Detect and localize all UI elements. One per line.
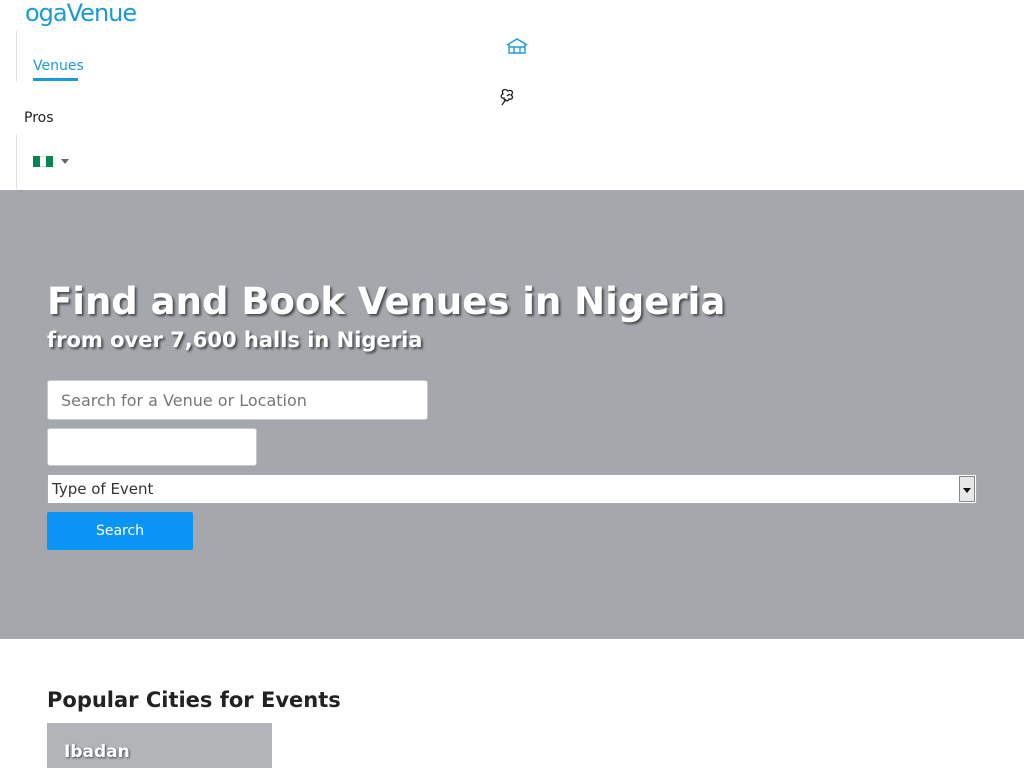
nav-divider bbox=[16, 134, 17, 189]
country-dropdown-caret-icon[interactable] bbox=[61, 159, 69, 164]
search-button[interactable]: Search bbox=[47, 512, 193, 550]
hero-title: Find and Book Venues in Nigeria bbox=[47, 280, 726, 323]
nigeria-flag-icon[interactable] bbox=[33, 156, 54, 167]
venue-search-input[interactable] bbox=[47, 380, 428, 420]
popular-cities-title: Popular Cities for Events bbox=[47, 688, 341, 712]
nav-pros-link[interactable]: Pros bbox=[24, 110, 54, 126]
nav-active-indicator bbox=[33, 78, 78, 81]
event-type-select[interactable]: Type of Event bbox=[47, 474, 977, 504]
nav-divider bbox=[16, 31, 17, 82]
nav-venues-link[interactable]: Venues bbox=[33, 58, 84, 74]
venue-building-icon[interactable] bbox=[505, 37, 529, 55]
city-card[interactable]: Ibadan bbox=[47, 723, 272, 768]
pros-flower-icon[interactable] bbox=[498, 87, 518, 107]
date-input[interactable] bbox=[47, 428, 257, 466]
logo[interactable]: ogaVenue bbox=[25, 0, 137, 26]
select-arrow-icon[interactable] bbox=[959, 476, 975, 502]
event-type-selected-value: Type of Event bbox=[52, 480, 154, 498]
city-card-label: Ibadan bbox=[64, 742, 130, 762]
hero-subtitle: from over 7,600 halls in Nigeria bbox=[47, 328, 423, 352]
